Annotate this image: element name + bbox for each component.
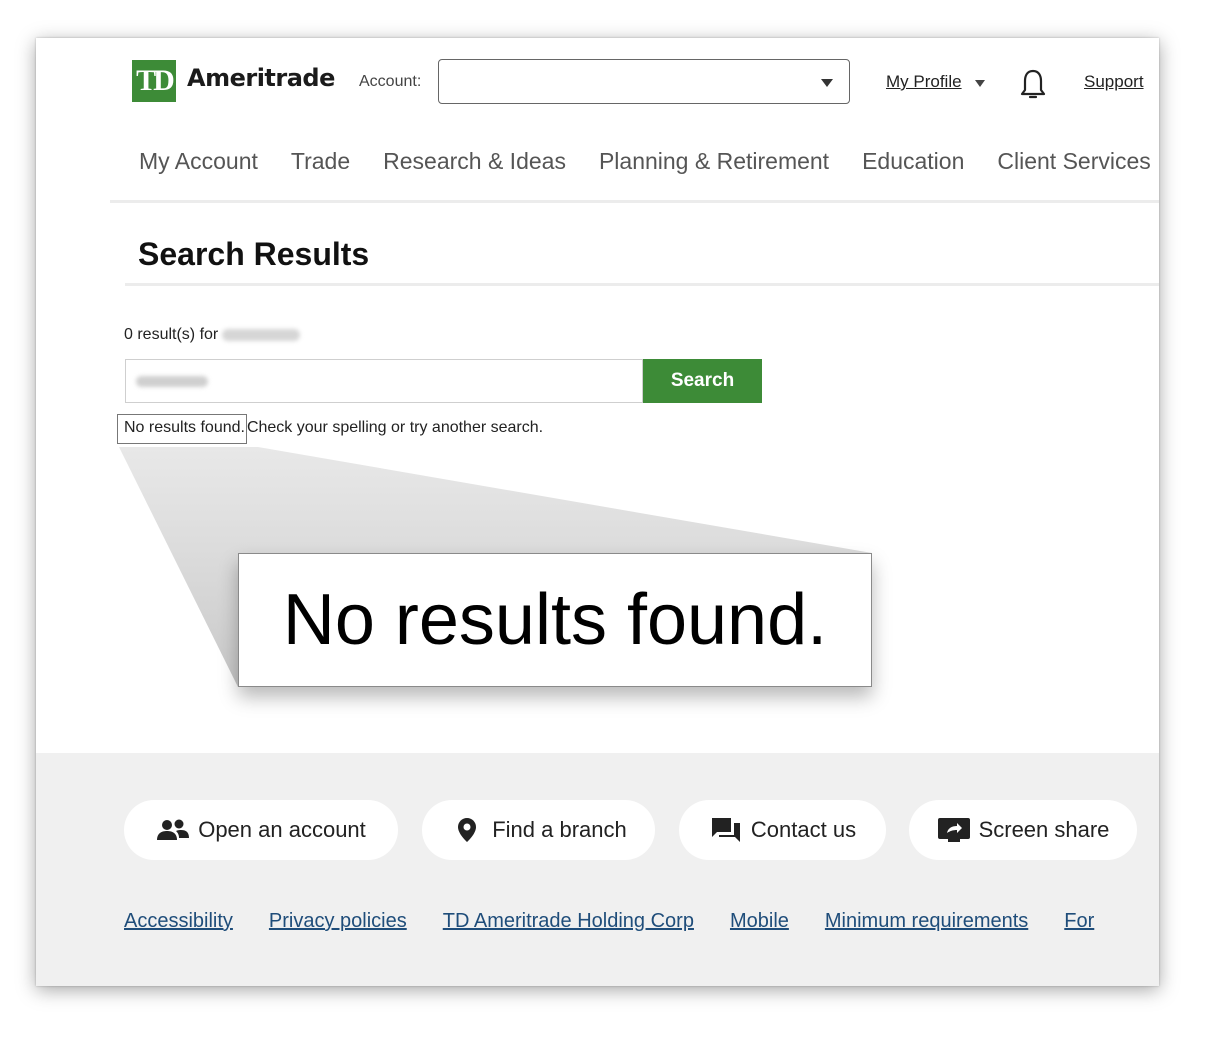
search-hint: Check your spelling or try another searc…	[246, 419, 544, 436]
page-title: Search Results	[138, 236, 370, 272]
redacted-input-value	[136, 376, 208, 387]
nav-divider	[110, 200, 1159, 203]
footer-link-holding-corp[interactable]: TD Ameritrade Holding Corp	[443, 910, 694, 933]
no-results-message: No results found. Check your spelling or …	[117, 414, 543, 444]
support-link[interactable]: Support	[1084, 72, 1144, 92]
magnified-callout: No results found.	[238, 553, 872, 687]
people-icon	[156, 817, 190, 843]
contact-us-label: Contact us	[750, 817, 857, 842]
account-label: Account:	[359, 73, 422, 90]
bell-icon[interactable]	[1020, 68, 1046, 100]
browser-frame: TD Ameritrade Account: My Profile Suppor…	[36, 38, 1159, 986]
nav-trade[interactable]: Trade	[291, 148, 350, 175]
nav-my-account[interactable]: My Account	[139, 148, 258, 175]
result-count-text: 0 result(s) for	[124, 326, 219, 343]
nav-planning-retirement[interactable]: Planning & Retirement	[599, 148, 829, 175]
account-dropdown[interactable]	[438, 59, 850, 104]
find-branch-label: Find a branch	[492, 817, 627, 842]
td-logo[interactable]: TD	[132, 60, 176, 102]
find-branch-button[interactable]: Find a branch	[422, 800, 655, 860]
footer-link-mobile[interactable]: Mobile	[730, 910, 789, 933]
search-input[interactable]	[125, 359, 643, 403]
chevron-down-icon	[821, 79, 833, 87]
nav-education[interactable]: Education	[862, 148, 964, 175]
footer-link-accessibility[interactable]: Accessibility	[124, 910, 233, 933]
nav-client-services[interactable]: Client Services	[997, 148, 1150, 175]
result-count: 0 result(s) for	[124, 326, 301, 344]
footer-links: Accessibility Privacy policies TD Amerit…	[124, 910, 1130, 933]
title-divider	[125, 283, 1159, 286]
footer-link-for[interactable]: For	[1064, 910, 1094, 933]
footer-link-privacy[interactable]: Privacy policies	[269, 910, 407, 933]
no-results-highlight: No results found.	[117, 414, 247, 444]
callout-text: No results found.	[282, 580, 828, 660]
profile-chevron-down-icon[interactable]	[975, 80, 985, 87]
footer-link-minimum-requirements[interactable]: Minimum requirements	[825, 910, 1028, 933]
footer: Open an account Find a branch Contact us	[36, 753, 1159, 986]
brand-name[interactable]: Ameritrade	[187, 64, 335, 92]
screen-share-icon	[937, 817, 971, 843]
my-profile-link[interactable]: My Profile	[886, 72, 962, 92]
screen-share-button[interactable]: Screen share	[909, 800, 1137, 860]
nav-research-ideas[interactable]: Research & Ideas	[383, 148, 566, 175]
open-account-button[interactable]: Open an account	[124, 800, 398, 860]
main-nav: My Account Trade Research & Ideas Planni…	[139, 148, 1159, 175]
screen-share-label: Screen share	[978, 817, 1110, 842]
redacted-search-term	[222, 328, 301, 341]
location-pin-icon	[450, 817, 484, 843]
chat-icon	[709, 817, 743, 843]
search-button[interactable]: Search	[643, 359, 762, 403]
contact-us-button[interactable]: Contact us	[679, 800, 886, 860]
open-account-label: Open an account	[198, 817, 366, 842]
